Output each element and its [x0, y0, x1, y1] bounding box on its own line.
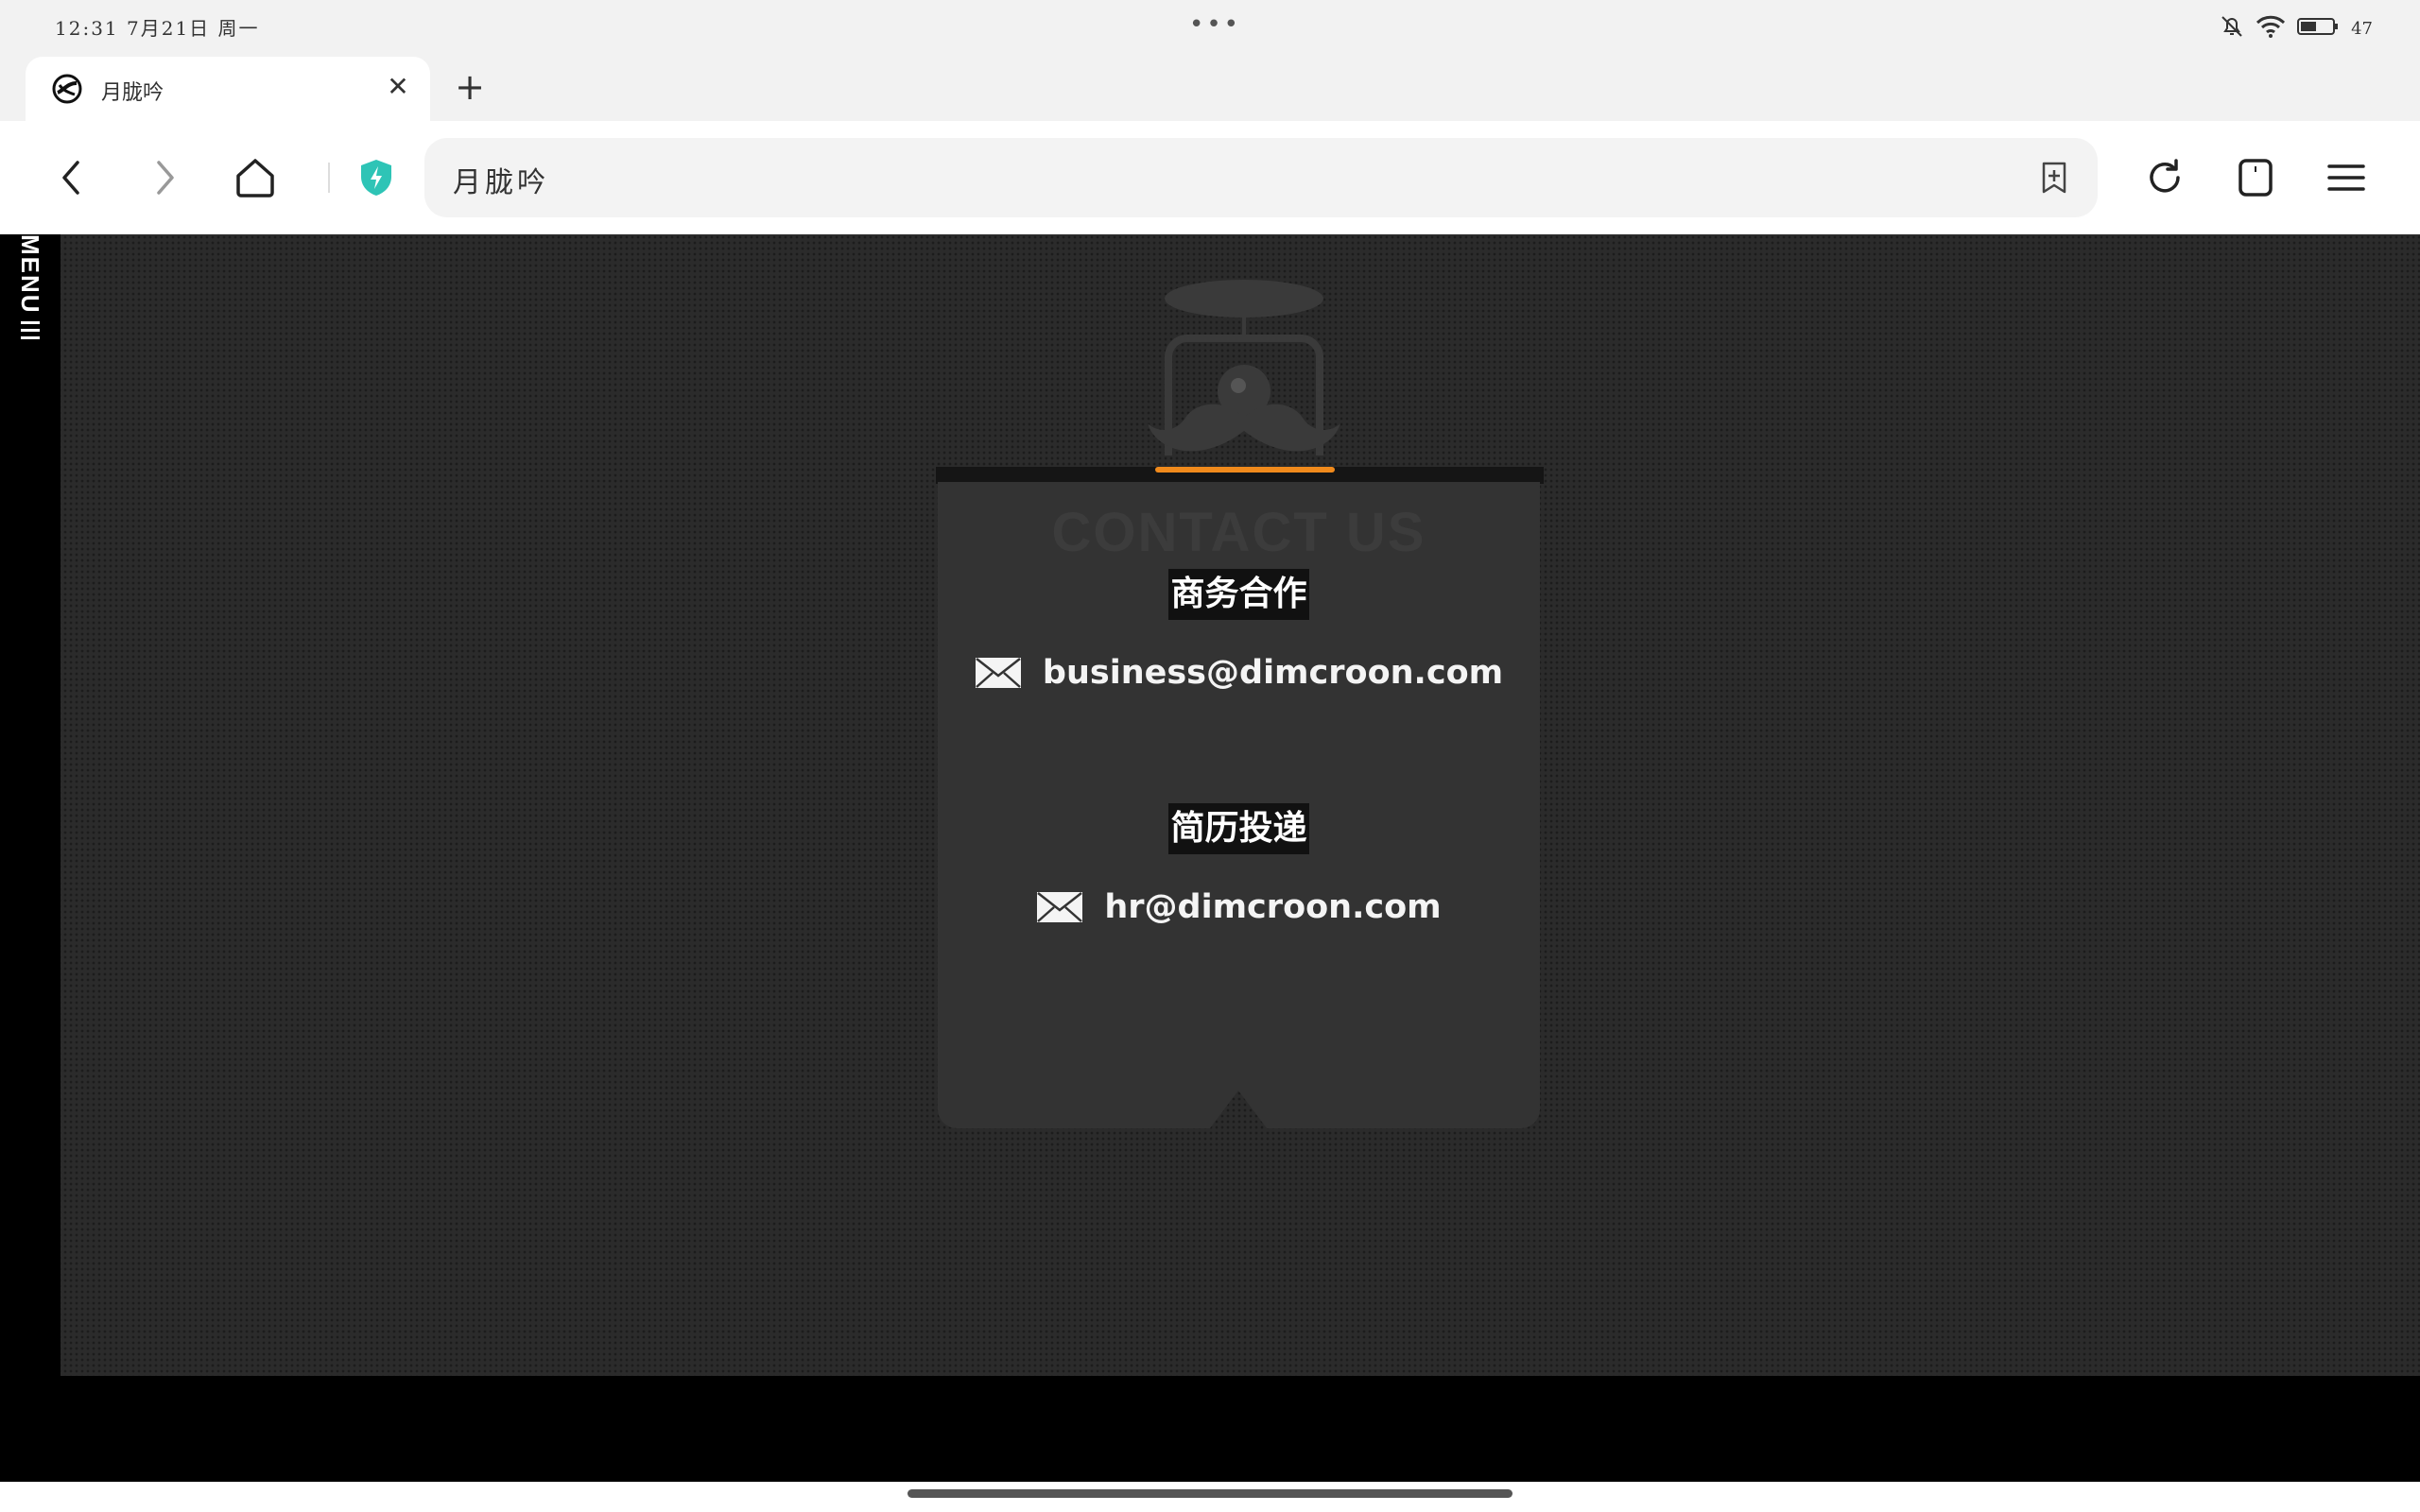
side-menu-strip — [0, 234, 60, 1376]
multitask-dots[interactable]: ••• — [1189, 12, 1241, 37]
tab-title: 月胧吟 — [101, 81, 164, 105]
resume-title-text: 简历投递 — [1168, 803, 1309, 854]
hamburger-icon — [2327, 164, 2365, 191]
contact-us-heading: CONTACT US — [1051, 502, 1426, 563]
site-favicon-icon — [52, 74, 82, 104]
status-time: 12:31 7月21日 周一 — [55, 17, 260, 40]
business-email-text[interactable]: business@dimcroon.com — [1043, 654, 1503, 692]
wifi-icon — [2255, 13, 2287, 43]
toolbar-divider — [328, 163, 330, 193]
hr-email-text[interactable]: hr@dimcroon.com — [1104, 888, 1441, 926]
mustache-mascot-logo — [1134, 276, 1354, 474]
home-button[interactable] — [229, 151, 282, 204]
mute-bell-icon — [2219, 13, 2245, 43]
business-title-text: 商务合作 — [1168, 569, 1309, 620]
browser-toolbar: 月胧吟 — [0, 121, 2420, 234]
chevron-right-icon — [157, 161, 174, 195]
address-bar[interactable]: 月胧吟 — [424, 138, 2098, 217]
tabs-icon — [2238, 159, 2273, 197]
browser-tab-active[interactable]: 月胧吟 ✕ — [26, 57, 430, 121]
reload-icon — [2150, 159, 2180, 193]
menu-bars-icon — [21, 321, 40, 344]
security-shield-icon[interactable] — [355, 157, 397, 198]
tab-close-button[interactable]: ✕ — [381, 70, 415, 104]
forward-button[interactable] — [138, 151, 191, 204]
battery-percent: 47 — [2351, 18, 2373, 39]
chevron-left-icon — [62, 161, 79, 195]
reload-button[interactable] — [2138, 151, 2191, 204]
side-menu-toggle[interactable]: MENU — [15, 234, 47, 357]
contact-card: CONTACT US 商务合作 business@dimcroon.com 简历… — [938, 482, 1540, 1128]
mail-icon — [975, 657, 1022, 689]
menu-label: MENU — [16, 234, 44, 315]
status-bar: 12:31 7月21日 周一 ••• 47 — [0, 0, 2420, 57]
card-accent-line — [1155, 467, 1335, 472]
tab-strip: 月胧吟 ✕ + — [0, 57, 2420, 121]
mail-icon — [1036, 891, 1083, 923]
home-indicator[interactable] — [908, 1489, 1512, 1498]
hr-email-link[interactable]: hr@dimcroon.com — [938, 888, 1540, 926]
browser-menu-button[interactable] — [2320, 151, 2373, 204]
resume-section-title: 简历投递 — [938, 803, 1540, 854]
battery-icon — [2296, 15, 2342, 42]
page-footer-strip — [0, 1376, 2420, 1482]
business-section-title: 商务合作 — [938, 569, 1540, 620]
business-email-link[interactable]: business@dimcroon.com — [938, 654, 1540, 692]
tabs-overview-button[interactable] — [2229, 151, 2282, 204]
address-text[interactable]: 月胧吟 — [453, 159, 549, 200]
add-bookmark-icon[interactable] — [2035, 159, 2073, 197]
home-icon — [236, 159, 274, 198]
status-icons: 47 — [2219, 13, 2373, 43]
back-button[interactable] — [45, 151, 98, 204]
new-tab-button[interactable]: + — [449, 66, 491, 108]
